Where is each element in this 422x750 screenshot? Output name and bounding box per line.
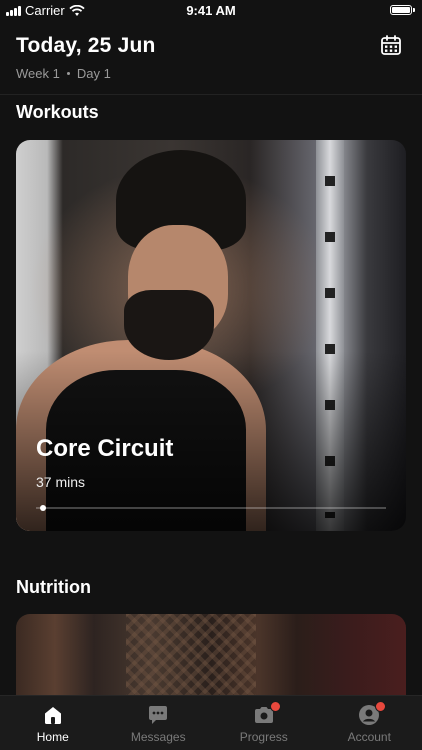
tab-home[interactable]: Home xyxy=(0,696,106,750)
messages-icon xyxy=(149,706,168,724)
tab-bar: Home Messages Progress Account xyxy=(0,695,422,750)
tab-home-label: Home xyxy=(36,730,69,744)
home-icon xyxy=(44,707,61,724)
tab-progress-label: Progress xyxy=(239,730,288,744)
program-progress: Week 1 Day 1 xyxy=(16,66,111,81)
page-header: Today, 25 Jun Week 1 Day 1 xyxy=(0,22,422,95)
tab-messages[interactable]: Messages xyxy=(106,696,212,750)
tab-account-label: Account xyxy=(347,730,391,744)
status-bar: Carrier 9:41 AM xyxy=(0,0,422,22)
workout-image-beard xyxy=(124,290,214,360)
workouts-section-title: Workouts xyxy=(16,102,99,122)
workout-progress-track xyxy=(36,507,386,509)
workout-name: Core Circuit xyxy=(36,435,174,462)
page-title: Today, 25 Jun xyxy=(16,34,156,57)
workout-progress-indicator xyxy=(40,505,46,511)
tab-messages-label: Messages xyxy=(130,730,186,744)
tab-account[interactable]: Account xyxy=(317,696,422,750)
battery-icon xyxy=(390,5,415,15)
day-label: Day 1 xyxy=(76,66,111,81)
status-time: 9:41 AM xyxy=(186,3,236,18)
workout-duration: 37 mins xyxy=(36,474,86,490)
workout-card[interactable]: Core Circuit 37 mins xyxy=(16,140,406,531)
calendar-icon[interactable] xyxy=(380,34,402,56)
week-label: Week 1 xyxy=(16,66,60,81)
tab-progress[interactable]: Progress xyxy=(211,696,317,750)
account-notification-badge xyxy=(375,701,387,712)
progress-notification-badge xyxy=(269,701,281,712)
nutrition-section-title: Nutrition xyxy=(16,577,91,597)
separator-dot xyxy=(66,72,70,75)
